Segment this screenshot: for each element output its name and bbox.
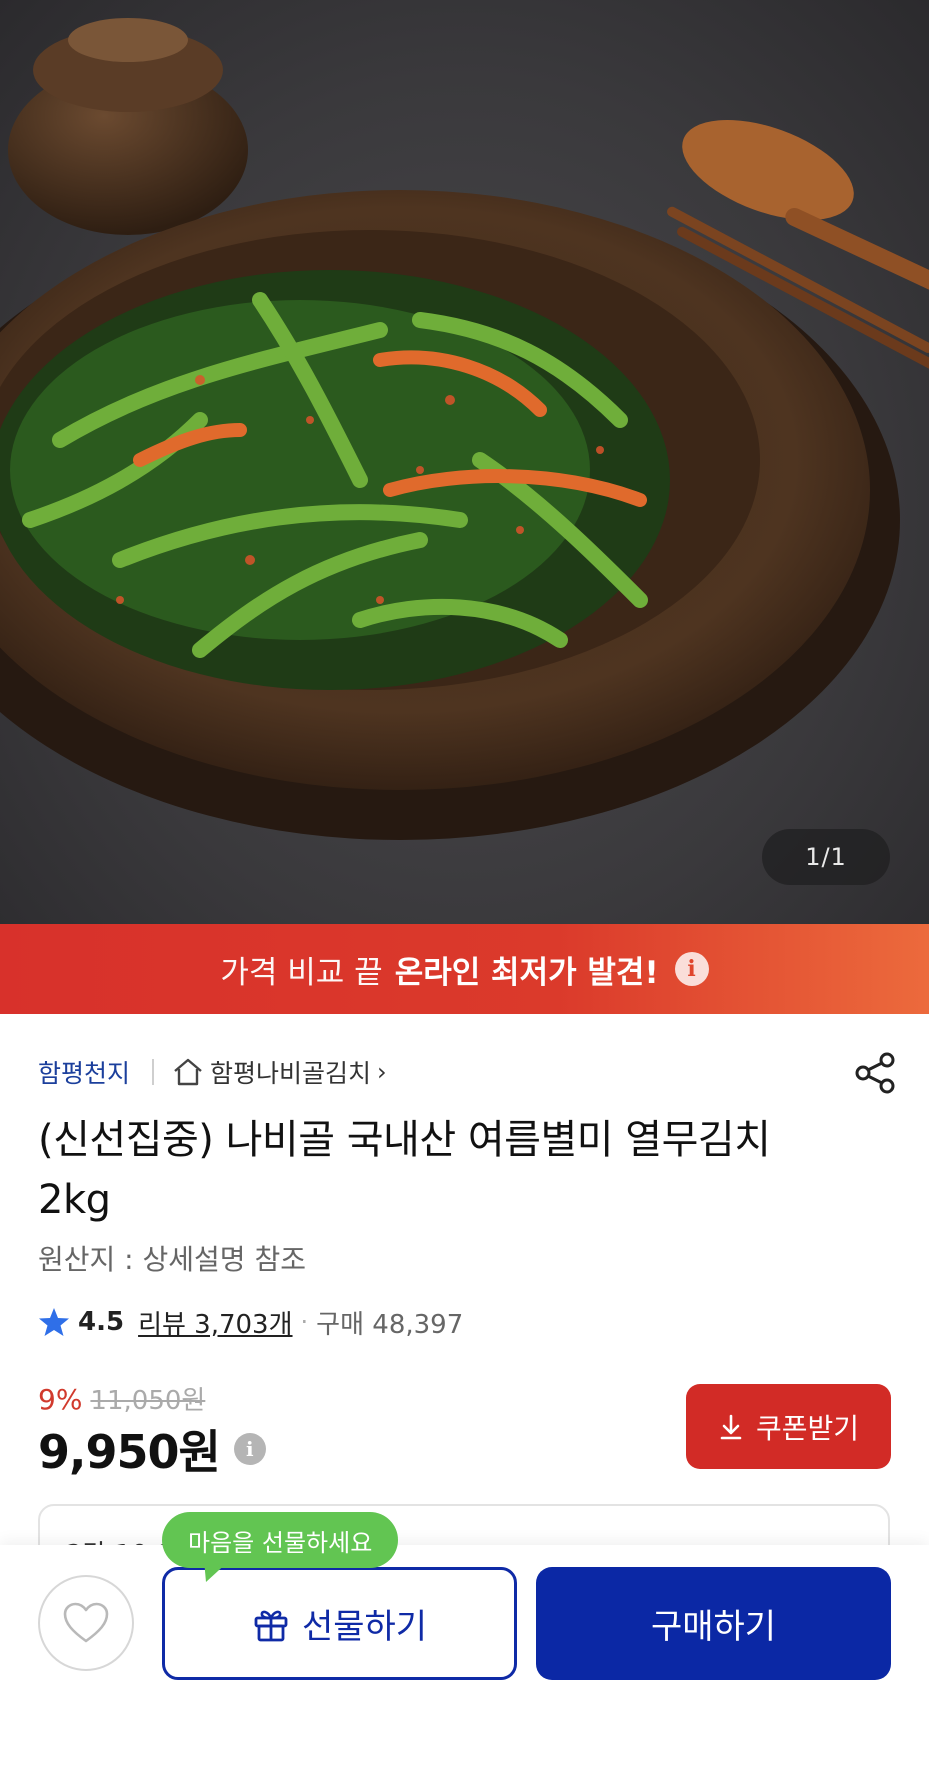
gift-icon xyxy=(254,1610,288,1641)
gift-button[interactable]: 선물하기 xyxy=(162,1567,517,1680)
brand-link[interactable]: 함평천지 xyxy=(38,1054,130,1090)
sale-price: 9,950원 xyxy=(38,1425,221,1479)
discount-row: 9% 11,050원 xyxy=(38,1380,205,1417)
heart-icon xyxy=(63,1602,109,1643)
wishlist-button[interactable] xyxy=(38,1575,134,1671)
promo-text-light: 가격 비교 끝 xyxy=(220,954,383,991)
divider xyxy=(152,1059,155,1085)
brand-row: 함평천지 함평나비골김치 › xyxy=(38,1052,899,1094)
download-icon xyxy=(720,1414,742,1439)
rating-value: 4.5 xyxy=(78,1307,125,1337)
price-info-icon[interactable]: i xyxy=(233,1433,266,1465)
kimchi-photo xyxy=(0,18,929,840)
gift-label: 선물하기 xyxy=(301,1607,428,1647)
original-price: 11,050원 xyxy=(90,1386,206,1416)
buy-button[interactable]: 구매하기 xyxy=(536,1567,891,1680)
home-icon xyxy=(174,1058,202,1086)
purchase-count: 구매 48,397 xyxy=(316,1309,464,1340)
promo-text-bold: 온라인 최저가 발견! xyxy=(394,954,659,991)
product-title: (신선집중) 나비골 국내산 여름별미 열무김치 2kg xyxy=(38,1117,771,1223)
rating-row: 4.5 리뷰 3,703개 · 구매 48,397 xyxy=(38,1302,463,1342)
coupon-button[interactable]: 쿠폰받기 xyxy=(686,1384,891,1469)
reviews-link[interactable]: 리뷰 3,703개 xyxy=(138,1304,292,1341)
lowest-price-banner[interactable]: 가격 비교 끝 온라인 최저가 발견! i xyxy=(0,924,929,1014)
bottom-action-bar: 선물하기 구매하기 xyxy=(0,1545,929,1778)
buy-label: 구매하기 xyxy=(650,1607,777,1647)
share-icon[interactable] xyxy=(853,1050,899,1096)
star-icon xyxy=(39,1308,69,1336)
discount-rate: 9% xyxy=(38,1383,83,1416)
info-icon[interactable]: i xyxy=(674,952,709,986)
chevron-right-icon: › xyxy=(377,1058,387,1086)
image-counter: 1/1 xyxy=(762,829,890,885)
coupon-label: 쿠폰받기 xyxy=(755,1411,860,1445)
origin-text: 원산지 : 상세설명 참조 xyxy=(38,1243,306,1276)
dot-separator: · xyxy=(300,1308,309,1336)
gift-tooltip: 마음을 선물하세요 xyxy=(162,1512,399,1568)
store-link[interactable]: 함평나비골김치 xyxy=(210,1054,371,1090)
price-row: 9,950원 i xyxy=(38,1416,266,1482)
product-image[interactable]: 1/1 xyxy=(0,0,929,924)
